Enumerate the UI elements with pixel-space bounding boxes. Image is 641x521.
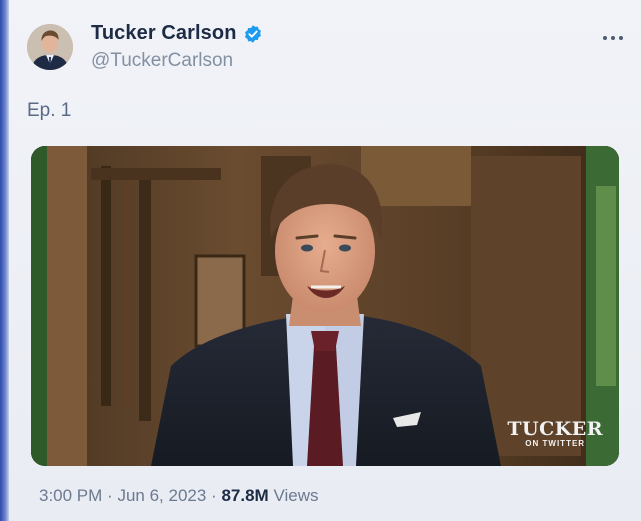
tweet-meta: 3:00 PM · Jun 6, 2023 · 87.8M Views bbox=[39, 486, 318, 506]
views-label: Views bbox=[273, 486, 319, 505]
author-display-name[interactable]: Tucker Carlson bbox=[91, 22, 237, 45]
more-options-icon[interactable] bbox=[603, 36, 623, 40]
author-names: Tucker Carlson @TuckerCarlson bbox=[91, 22, 263, 72]
views-count: 87.8M bbox=[221, 486, 269, 505]
tweet-time[interactable]: 3:00 PM bbox=[39, 486, 102, 505]
video-player[interactable]: TUCKER ON TWITTER bbox=[31, 146, 619, 466]
author-handle[interactable]: @TuckerCarlson bbox=[91, 50, 263, 72]
name-row: Tucker Carlson bbox=[91, 22, 263, 45]
watermark-subtitle: ON TWITTER bbox=[525, 439, 586, 448]
screen-bezel-edge bbox=[0, 0, 9, 521]
tweet-card[interactable]: Tucker Carlson @TuckerCarlson Ep. 1 TUCK… bbox=[9, 0, 641, 521]
avatar[interactable] bbox=[27, 24, 73, 70]
tweet-text: Ep. 1 bbox=[27, 100, 72, 121]
tucker-on-twitter-watermark: TUCKER ON TWITTER bbox=[507, 420, 603, 448]
meta-separator: · bbox=[211, 486, 217, 505]
tweet-header: Tucker Carlson @TuckerCarlson bbox=[27, 22, 263, 72]
watermark-title: TUCKER bbox=[507, 418, 603, 440]
tweet-date[interactable]: Jun 6, 2023 bbox=[117, 486, 206, 505]
meta-separator: · bbox=[107, 486, 113, 505]
verified-badge-icon bbox=[244, 24, 261, 43]
